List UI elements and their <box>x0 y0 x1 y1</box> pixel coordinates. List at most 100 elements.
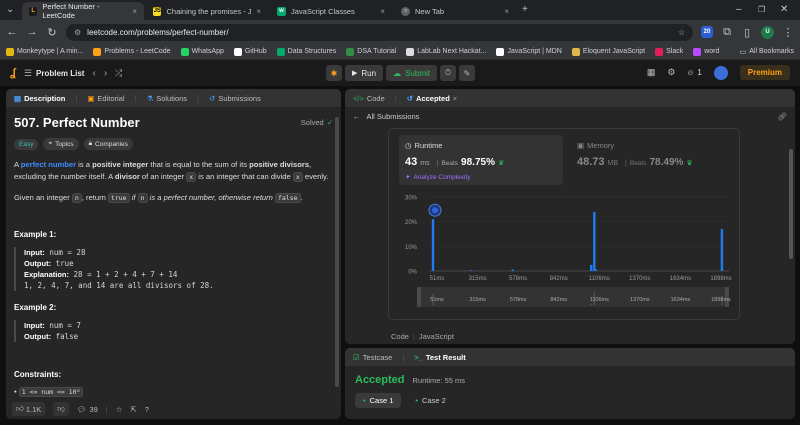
problem-list-button[interactable]: ☰ Problem List <box>24 68 85 79</box>
tab-solutions[interactable]: ⚗ Solutions <box>146 94 187 103</box>
bookmark-item[interactable]: word <box>693 47 719 56</box>
leetcode-logo-icon[interactable]: ʆ <box>10 67 16 79</box>
close-tab-icon[interactable]: × <box>380 7 385 16</box>
tab-code[interactable]: </> Code <box>353 94 385 103</box>
inline-code: false <box>275 193 301 203</box>
bookmark-item[interactable]: Eloquent JavaScript <box>571 47 645 56</box>
all-submissions-link[interactable]: ← All Submissions 🔗︎ <box>345 107 795 126</box>
bookmark-item[interactable]: Problems - LeetCode <box>93 47 171 56</box>
tab-submissions[interactable]: ↺ Submissions <box>209 94 261 103</box>
close-tab-icon[interactable]: × <box>132 7 137 16</box>
streak-fire-icon[interactable]: 🔥︎ <box>687 68 693 78</box>
chart-bar <box>470 270 473 271</box>
input-label: Input: <box>24 321 45 330</box>
stats-card: ◷ Runtime 43 ms | Beats 98.75% ♛ ✦ Analy… <box>388 128 740 320</box>
back-icon[interactable]: ← <box>6 26 18 38</box>
timer-icon[interactable]: ⏱ <box>439 65 456 81</box>
close-tab-icon[interactable]: × <box>504 7 509 16</box>
link-icon[interactable]: 🔗︎ <box>777 112 787 121</box>
debug-icon[interactable]: ✱ <box>326 65 342 81</box>
browser-tab-javascript[interactable]: JS Chaining the promises - JavaSc × <box>146 2 268 20</box>
extensions-icon[interactable]: ⧉ <box>721 26 733 39</box>
bookmark-item[interactable]: Slack <box>655 47 683 56</box>
tab-testcase[interactable]: ☑ Testcase <box>353 353 392 362</box>
browser-tab-js-classes[interactable]: w JavaScript Classes × <box>270 2 392 20</box>
submission-scrollbar[interactable] <box>789 149 793 259</box>
bookmark-item[interactable]: Data Structures <box>276 47 336 56</box>
shuffle-icon[interactable]: ⤮ <box>115 68 122 79</box>
difficulty-badge[interactable]: Easy <box>14 138 39 150</box>
sidebar-icon[interactable]: ▯ <box>741 26 753 39</box>
bookmark-item[interactable]: DSA Tutorial <box>346 47 396 56</box>
description-scrollbar[interactable] <box>335 117 339 387</box>
maximize-icon[interactable]: ❐ <box>758 5 765 14</box>
notes-icon[interactable]: ✎ <box>458 65 475 81</box>
premium-button[interactable]: Premium <box>739 65 790 80</box>
user-avatar[interactable] <box>713 65 728 80</box>
tab-label: Solutions <box>156 93 188 103</box>
star-icon[interactable]: ☆ <box>116 405 123 414</box>
all-submissions-label: All Submissions <box>366 112 420 121</box>
terminal-icon: >_ <box>414 352 423 362</box>
lock-icon: 🔒︎ <box>88 140 93 147</box>
submit-button[interactable]: ☁ Submit <box>386 65 437 81</box>
output-label: Output: <box>24 259 52 268</box>
prev-problem-icon[interactable]: ‹ <box>92 68 95 79</box>
share-icon[interactable]: ⇱ <box>130 405 136 414</box>
menu-icon[interactable]: ⋮ <box>782 26 794 39</box>
case-1-tab[interactable]: • Case 1 <box>355 393 402 408</box>
bookmark-star-icon[interactable]: ☆ <box>678 28 685 37</box>
comments-button[interactable]: 💬︎ 39 <box>77 405 98 414</box>
thumbs-down-icon[interactable]: 👎︎ <box>53 402 69 416</box>
layout-icon[interactable]: ▦ <box>647 67 656 78</box>
runtime-distribution-chart[interactable]: 30% 20% 10% 0% 51ms 315ms 578ms 842ms 1106ms 1370… <box>389 189 739 321</box>
url-field[interactable]: ⚙ leetcode.com/problems/perfect-number/ … <box>66 23 693 41</box>
help-icon[interactable]: ? <box>145 405 149 414</box>
settings-icon[interactable]: ⚙ <box>667 67 675 78</box>
close-window-icon[interactable]: ✕ <box>780 4 788 15</box>
bookmark-label: LabLab Next Hackat... <box>417 48 487 55</box>
checkbox-icon: ☑ <box>353 352 360 362</box>
browser-tab-leetcode[interactable]: L Perfect Number - LeetCode × <box>22 2 144 20</box>
run-button[interactable]: ▶ Run <box>345 65 384 81</box>
bookmark-item[interactable]: Monkeytype | A min... <box>6 47 83 56</box>
tab-editorial[interactable]: ▣ Editorial <box>87 94 124 103</box>
minimize-icon[interactable]: – <box>736 4 742 15</box>
site-info-icon[interactable]: ⚙ <box>74 28 81 37</box>
bookmark-item[interactable]: JavaScript | MDN <box>496 47 562 56</box>
topics-button[interactable]: ⌖ Topics <box>43 138 79 150</box>
perfect-number-link[interactable]: perfect number <box>21 160 76 169</box>
profile-avatar[interactable]: U <box>761 25 774 39</box>
tab-description[interactable]: ▤ Description <box>14 94 65 103</box>
bookmark-item[interactable]: WhatsApp <box>180 47 224 56</box>
input-value: num = 28 <box>44 248 86 257</box>
document-icon: ▤ <box>14 93 22 103</box>
extension-badge-icon[interactable]: 20 <box>701 26 713 38</box>
close-tab-icon[interactable]: × <box>256 7 261 16</box>
history-icon: ↺ <box>209 93 216 103</box>
tab-accepted[interactable]: ↺ Accepted × <box>407 94 457 103</box>
description-footer: 👍︎ 1.1K 👎︎ 💬︎ 39 | ☆ ⇱ ? <box>12 402 149 416</box>
next-problem-icon[interactable]: › <box>104 68 107 79</box>
tab-test-result[interactable]: >_ Test Result <box>414 353 465 362</box>
bookmark-item[interactable]: LabLab Next Hackat... <box>406 47 487 56</box>
forward-icon[interactable]: → <box>26 26 38 38</box>
bookmark-item[interactable]: GitHub <box>233 47 267 56</box>
runtime-card[interactable]: ◷ Runtime 43 ms | Beats 98.75% ♛ ✦ Analy… <box>399 135 563 185</box>
analyze-complexity-button[interactable]: ✦ Analyze Complexity <box>405 173 557 182</box>
like-button[interactable]: 👍︎ 1.1K <box>12 402 46 416</box>
tab-search-icon[interactable]: ⌄ <box>6 4 14 15</box>
trophy-icon: ♛ <box>497 160 505 167</box>
browser-tab-new[interactable]: ○ New Tab × <box>394 2 516 20</box>
solved-label: Solved <box>300 118 324 127</box>
new-tab-icon[interactable]: + <box>522 4 528 15</box>
tab-title: Perfect Number - LeetCode <box>42 2 100 20</box>
y-tick-label: 0% <box>408 270 417 276</box>
case-2-tab[interactable]: • Case 2 <box>407 393 453 408</box>
close-tab-icon[interactable]: × <box>453 94 457 103</box>
all-bookmarks-button[interactable]: ▭ All Bookmarks <box>740 48 794 56</box>
companies-button[interactable]: 🔒︎ Companies <box>83 138 133 150</box>
reload-icon[interactable]: ↻ <box>46 26 58 39</box>
memory-card[interactable]: ▣ Memory 48.73 MB | Beats 78.49% ♛ <box>571 135 731 185</box>
divider: | <box>412 332 415 341</box>
